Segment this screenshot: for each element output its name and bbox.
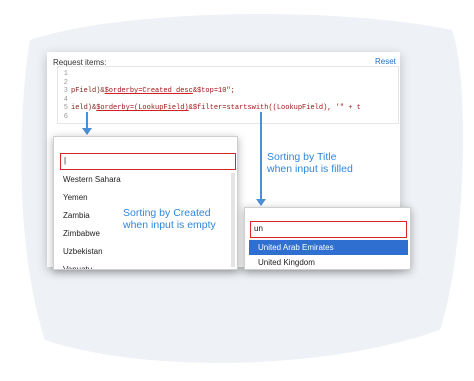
line-number: 5 <box>63 104 68 112</box>
code-fragment: pField)& <box>71 87 105 95</box>
list-item[interactable]: Western Sahara <box>54 171 237 189</box>
annotation-line: Sorting by Title <box>267 151 337 163</box>
arrow-head-icon <box>82 128 92 135</box>
list-item[interactable]: United Kingdom <box>249 257 410 269</box>
line-number: 1 <box>63 70 68 78</box>
code-editor[interactable]: 1 2 3 4 5 6 pField)&$orderby=Created des… <box>57 66 399 124</box>
code-fragment: &$filter=startswith((LookupField), '" + … <box>188 104 361 112</box>
code-lines: pField)&$orderby=Created desc&$top=10"; … <box>71 70 361 121</box>
line-number: 3 <box>63 87 68 95</box>
code-fragment: &$top=10"; <box>192 87 235 95</box>
annotation-line: when input is empty <box>123 219 216 231</box>
code-fragment: ield)& <box>71 104 97 112</box>
list-item[interactable]: Yemen <box>54 189 237 207</box>
line-number: 6 <box>63 112 68 121</box>
list-item[interactable]: Uzbekistan <box>54 243 237 261</box>
annotation-sorting-created: Sorting by Created when input is empty <box>123 207 216 231</box>
dropdown-filled-input: un United Arab Emirates United Kingdom <box>244 207 411 270</box>
annotation-line: Sorting by Created <box>123 207 211 219</box>
list-item-selected[interactable]: United Arab Emirates <box>249 240 408 255</box>
line-number: 2 <box>63 78 68 87</box>
arrow-connector-right <box>260 112 262 202</box>
list-item[interactable]: Vanuatu <box>54 261 237 269</box>
scrollbar[interactable] <box>231 173 235 267</box>
code-line-5: ield)&$orderby=(LookupField)&$filter=sta… <box>71 104 361 113</box>
annotation-line: when input is filled <box>267 163 353 175</box>
code-line-3: pField)&$orderby=Created desc&$top=10"; <box>71 87 361 96</box>
annotation-sorting-title: Sorting by Title when input is filled <box>267 151 353 175</box>
orderby-lookup-highlight: $orderby=(LookupField) <box>96 104 189 112</box>
dropdown-empty-input: | Western Sahara Yemen Zambia Zimbabwe U… <box>53 136 238 270</box>
arrow-head-icon <box>256 199 266 206</box>
reset-link[interactable]: Reset <box>375 57 396 66</box>
line-number: 4 <box>63 95 68 104</box>
lookup-search-input[interactable]: | <box>60 153 236 170</box>
orderby-created-highlight: $orderby=Created desc <box>104 87 193 95</box>
line-number-gutter: 1 2 3 4 5 6 <box>58 70 68 121</box>
lookup-search-input[interactable]: un <box>250 221 407 238</box>
